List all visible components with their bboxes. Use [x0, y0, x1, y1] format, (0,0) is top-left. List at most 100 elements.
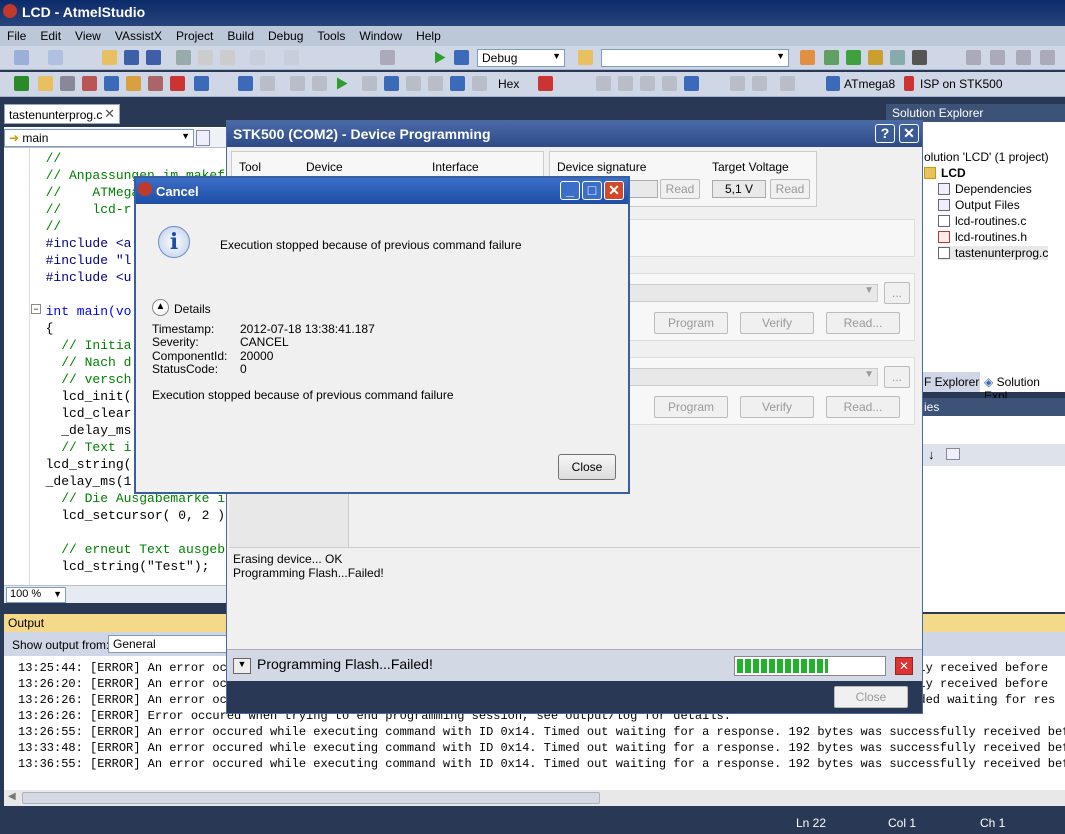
menu-help[interactable]: Help [409, 29, 448, 43]
run-to-cursor-icon[interactable] [428, 76, 443, 91]
minimize-icon[interactable]: _ [560, 181, 580, 200]
menu-view[interactable]: View [68, 29, 108, 43]
read-signature-button[interactable]: Read [660, 179, 700, 199]
output-source-select[interactable]: General [108, 635, 228, 653]
toolbar-tool-icon[interactable] [450, 76, 465, 91]
toolbar-tool-icon[interactable] [596, 76, 611, 91]
verify-flash-button[interactable]: Verify [740, 312, 814, 334]
details-toggle[interactable]: Details [174, 302, 211, 316]
browse-eeprom-button[interactable]: ... [884, 366, 910, 388]
find-in-files-icon[interactable] [578, 50, 593, 65]
new-project-icon[interactable] [14, 50, 29, 65]
save-icon[interactable] [124, 50, 139, 65]
toolbar-tool-icon[interactable] [662, 76, 677, 91]
menu-edit[interactable]: Edit [33, 29, 68, 43]
uncomment-icon[interactable] [1040, 50, 1055, 65]
menu-project[interactable]: Project [169, 29, 220, 43]
close-icon[interactable]: ✕ [604, 181, 624, 200]
stop-icon[interactable] [260, 76, 275, 91]
tab-explorer[interactable]: F Explorer [924, 375, 979, 389]
browse-flash-button[interactable]: ... [884, 282, 910, 304]
toolbar-tool-icon[interactable] [170, 76, 185, 91]
toolbar-tool-icon[interactable] [780, 76, 795, 91]
step-icon[interactable] [290, 76, 305, 91]
read-voltage-button[interactable]: Read [770, 179, 810, 199]
scrollbar-thumb[interactable] [22, 792, 600, 804]
menu-vassistx[interactable]: VAssistX [108, 29, 169, 43]
property-pages-icon[interactable] [946, 448, 960, 460]
copy-icon[interactable] [198, 50, 213, 65]
close-icon[interactable]: ✕ [899, 124, 919, 143]
program-eeprom-button[interactable]: Program [654, 396, 728, 418]
tool-selector[interactable]: ISP on STK500 [920, 77, 1003, 91]
toolbar-tool-icon[interactable] [472, 76, 487, 91]
output-files-node[interactable]: Output Files [938, 198, 1020, 212]
maximize-icon[interactable]: □ [582, 181, 602, 200]
member-select[interactable]: ➜ main ▼ [4, 129, 194, 147]
split-icon[interactable] [196, 130, 210, 146]
toolbar-tool-icon[interactable] [730, 76, 745, 91]
toolbar-tool-icon[interactable] [800, 50, 815, 65]
menu-tools[interactable]: Tools [310, 29, 352, 43]
undo-icon[interactable] [250, 50, 265, 65]
toolbar-tool-icon[interactable] [14, 76, 29, 91]
indent-icon[interactable] [990, 50, 1005, 65]
step-over-icon[interactable] [384, 76, 399, 91]
menu-debug[interactable]: Debug [261, 29, 310, 43]
menu-build[interactable]: Build [220, 29, 261, 43]
chevron-up-icon[interactable]: ▲ [152, 299, 169, 316]
toolbar-tool-icon[interactable] [60, 76, 75, 91]
scroll-left-icon[interactable]: ◀ [8, 791, 16, 802]
file-node-lcd-routines-c[interactable]: lcd-routines.c [938, 214, 1026, 228]
toolbar-tool-icon[interactable] [104, 76, 119, 91]
close-button[interactable]: Close [834, 686, 908, 708]
hex-toggle[interactable]: Hex [498, 77, 519, 91]
toolbar-tool-icon[interactable] [82, 76, 97, 91]
help-icon[interactable]: ? [875, 124, 895, 143]
toolbar-tool-icon[interactable] [684, 76, 699, 91]
project-node[interactable]: LCD [924, 166, 966, 180]
continue-icon[interactable] [238, 76, 253, 91]
toolbar-tool-icon[interactable] [538, 76, 553, 91]
menu-file[interactable]: File [0, 29, 33, 43]
find-box[interactable]: ▼ [601, 49, 789, 67]
zoom-select[interactable]: 100 % ▼ [6, 587, 66, 603]
chevron-down-icon[interactable]: ▼ [233, 658, 251, 674]
save-all-icon[interactable] [146, 50, 161, 65]
read-eeprom-button[interactable]: Read... [826, 396, 900, 418]
step-out-icon[interactable] [406, 76, 421, 91]
start-debugging-icon[interactable] [435, 51, 446, 64]
file-node-tastenunterprog-c[interactable]: tastenunterprog.c [938, 246, 1049, 260]
menu-window[interactable]: Window [352, 29, 409, 43]
pause-icon[interactable] [312, 76, 327, 91]
run-icon[interactable] [337, 77, 348, 90]
sort-icon[interactable]: ↓ [928, 447, 935, 462]
toolbar-tool-icon[interactable] [194, 76, 209, 91]
close-icon[interactable]: ✕ [104, 106, 115, 122]
toolbar-tool-icon[interactable] [148, 76, 163, 91]
verify-eeprom-button[interactable]: Verify [740, 396, 814, 418]
tab-tastenunterprog[interactable]: tastenunterprog.c ✕ [4, 104, 120, 124]
toolbar-tool-icon[interactable] [38, 76, 53, 91]
program-flash-button[interactable]: Program [654, 312, 728, 334]
toolbar-tool-icon[interactable] [824, 50, 839, 65]
toolbar-tool-icon[interactable] [846, 50, 861, 65]
dependencies-node[interactable]: Dependencies [938, 182, 1032, 196]
comment-icon[interactable] [1016, 50, 1031, 65]
toolbar-tool-icon[interactable] [618, 76, 633, 91]
close-button[interactable]: Close [558, 454, 616, 480]
toolbar-tool-icon[interactable] [126, 76, 141, 91]
cancel-operation-icon[interactable]: ✕ [895, 657, 913, 675]
start-without-debugging-icon[interactable] [454, 50, 469, 65]
solution-node[interactable]: olution 'LCD' (1 project) [924, 150, 1049, 164]
outdent-icon[interactable] [966, 50, 981, 65]
add-item-icon[interactable] [48, 50, 63, 65]
toolbar-tool-icon[interactable] [912, 50, 927, 65]
toolbar-tool-icon[interactable] [752, 76, 767, 91]
paste-icon[interactable] [220, 50, 235, 65]
file-node-lcd-routines-h[interactable]: lcd-routines.h [938, 230, 1027, 244]
device-selector[interactable]: ATmega8 [844, 77, 895, 91]
step-into-icon[interactable] [362, 76, 377, 91]
cut-icon[interactable] [176, 50, 191, 65]
tab-solution-explorer[interactable]: ◈ Solution Expl [980, 372, 1065, 403]
